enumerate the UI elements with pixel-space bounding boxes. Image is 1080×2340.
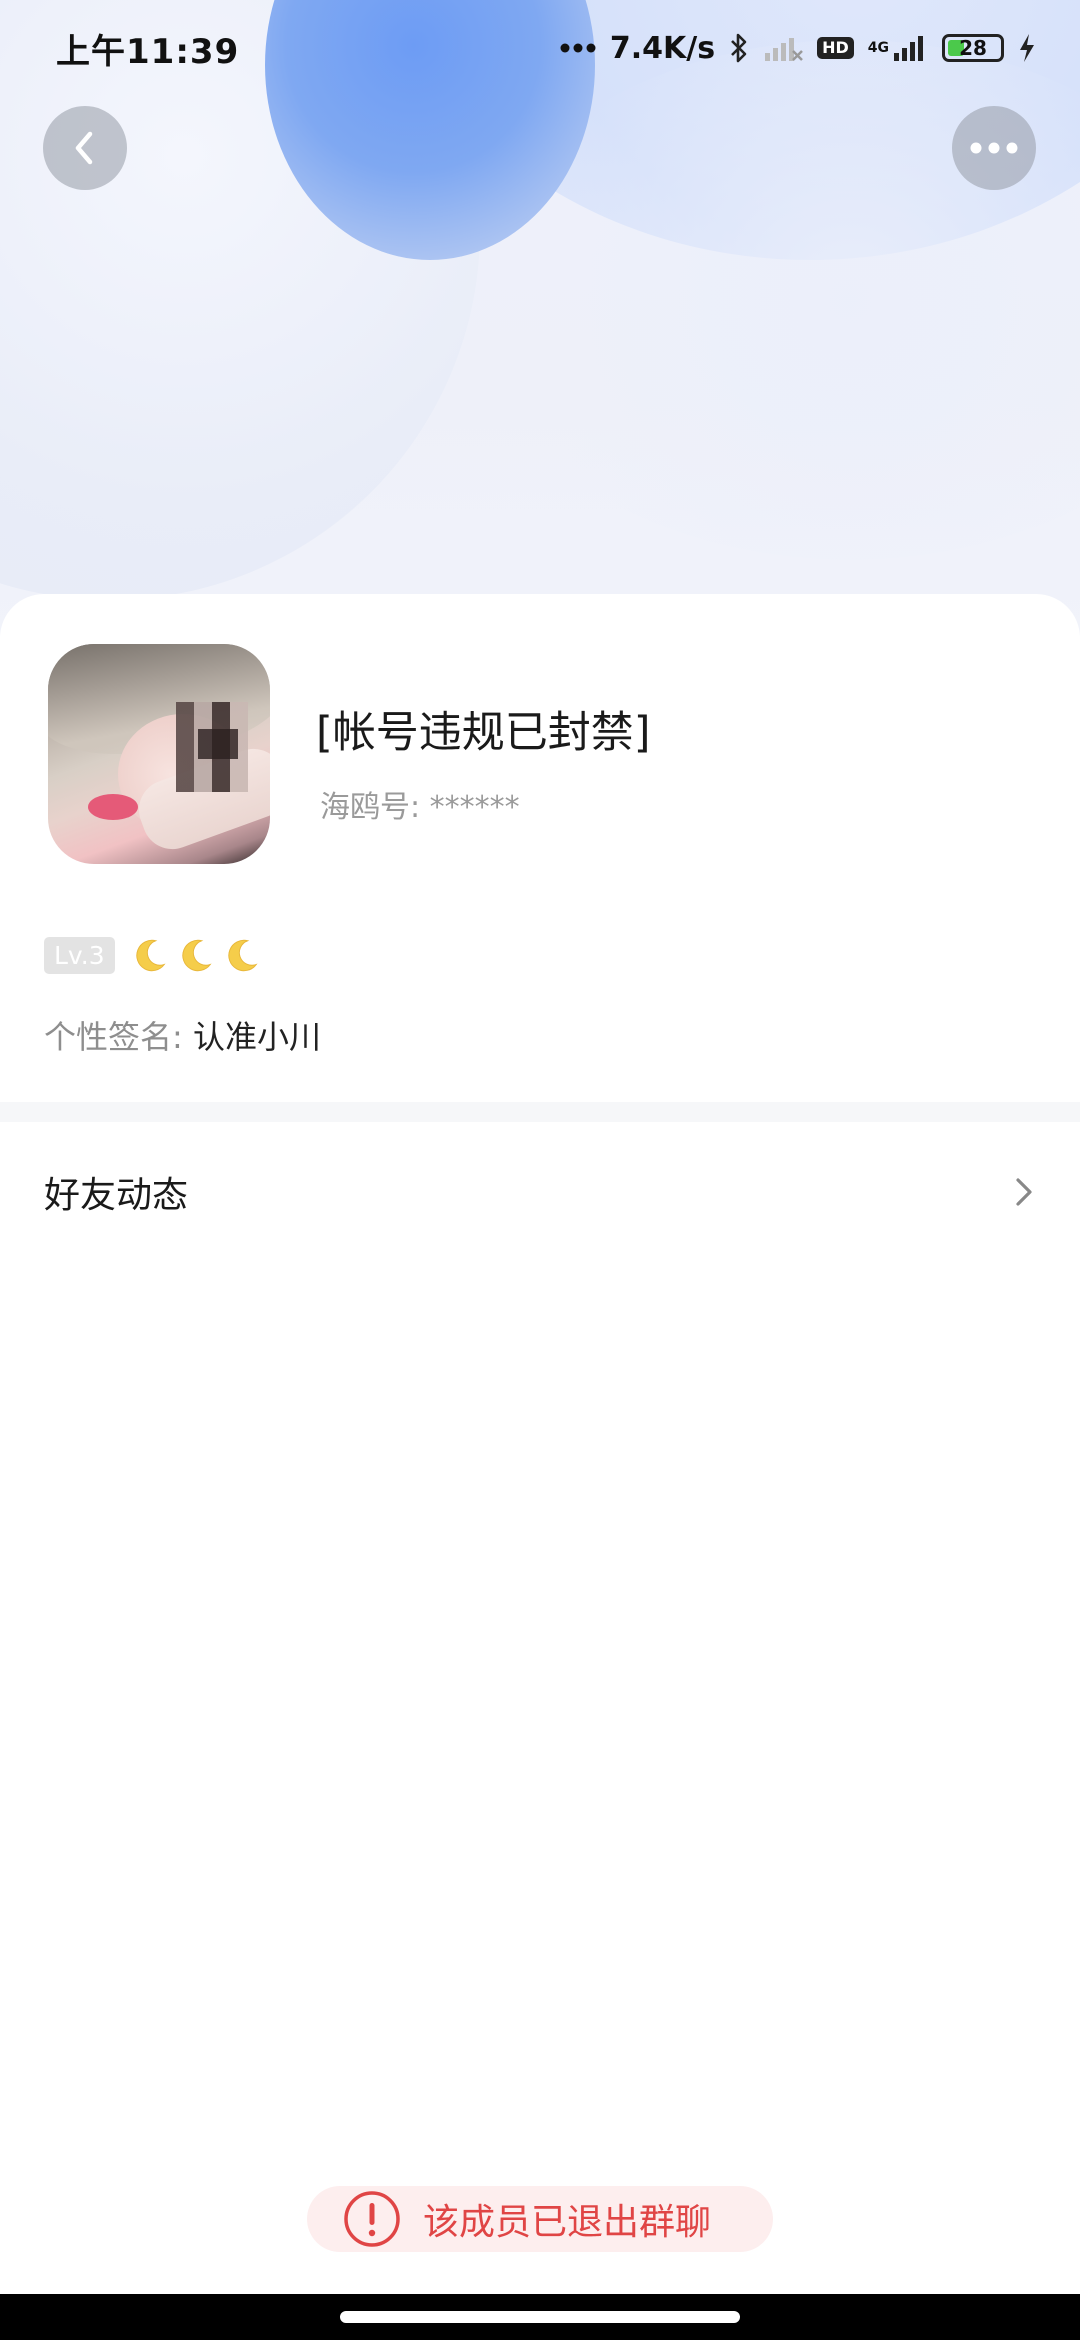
toast-message: 该成员已退出群聊 (423, 2202, 712, 2243)
ellipsis-icon (560, 42, 596, 54)
hd-badge: HD (817, 37, 854, 59)
signal-icon: 4G (868, 33, 928, 63)
battery-icon: 28 (942, 34, 1004, 62)
signal-off-icon (763, 33, 803, 63)
charging-icon (1018, 33, 1036, 63)
header-background (0, 0, 1080, 640)
profile-card: [帐号违规已封禁] 海鸥号: ****** Lv.3 个性签名: 认准小川 好友… (0, 594, 1080, 2294)
account-id-value: ****** (429, 790, 520, 825)
account-id-label: 海鸥号: (320, 790, 421, 825)
system-nav-bar (0, 2294, 1080, 2340)
home-indicator[interactable] (340, 2311, 740, 2323)
level-badge: Lv.3 (44, 936, 115, 974)
friend-feed-row[interactable]: 好友动态 (0, 1122, 1080, 1262)
status-time: 上午11:39 (56, 31, 240, 72)
back-button[interactable] (43, 106, 127, 190)
level-row: Lv.3 (44, 936, 261, 974)
section-divider (0, 1102, 1080, 1122)
signature-line: 个性签名: 认准小川 (44, 1012, 321, 1058)
moon-icon (135, 939, 166, 972)
avatar[interactable] (48, 644, 270, 864)
network-speed: 7.4K/s (609, 30, 716, 66)
chevron-right-icon (1016, 1178, 1032, 1206)
bluetooth-icon (729, 32, 749, 64)
moon-icon (181, 939, 212, 972)
profile-screen: 上午11:39 7.4K/s HD 4G 28 [帐号违规已封禁] 海鸥号: *… (0, 0, 1080, 2340)
chevron-left-icon (75, 131, 93, 165)
profile-name: [帐号违规已封禁] (316, 708, 651, 758)
signature-label: 个性签名: (44, 1018, 183, 1056)
more-horizontal-icon (970, 142, 1018, 154)
moon-icon (227, 939, 258, 972)
status-icons: 7.4K/s HD 4G 28 (560, 31, 1036, 66)
network-type: 4G (867, 40, 889, 56)
status-bar: 上午11:39 7.4K/s HD 4G 28 (0, 0, 1080, 96)
exclamation-circle-icon (344, 2191, 400, 2247)
more-button[interactable] (952, 106, 1036, 190)
battery-level: 28 (959, 36, 987, 60)
friend-feed-label: 好友动态 (44, 1175, 189, 1216)
signature-value: 认准小川 (192, 1018, 321, 1056)
member-left-toast: 该成员已退出群聊 (307, 2186, 773, 2252)
account-id-line: 海鸥号: ****** (320, 782, 520, 826)
